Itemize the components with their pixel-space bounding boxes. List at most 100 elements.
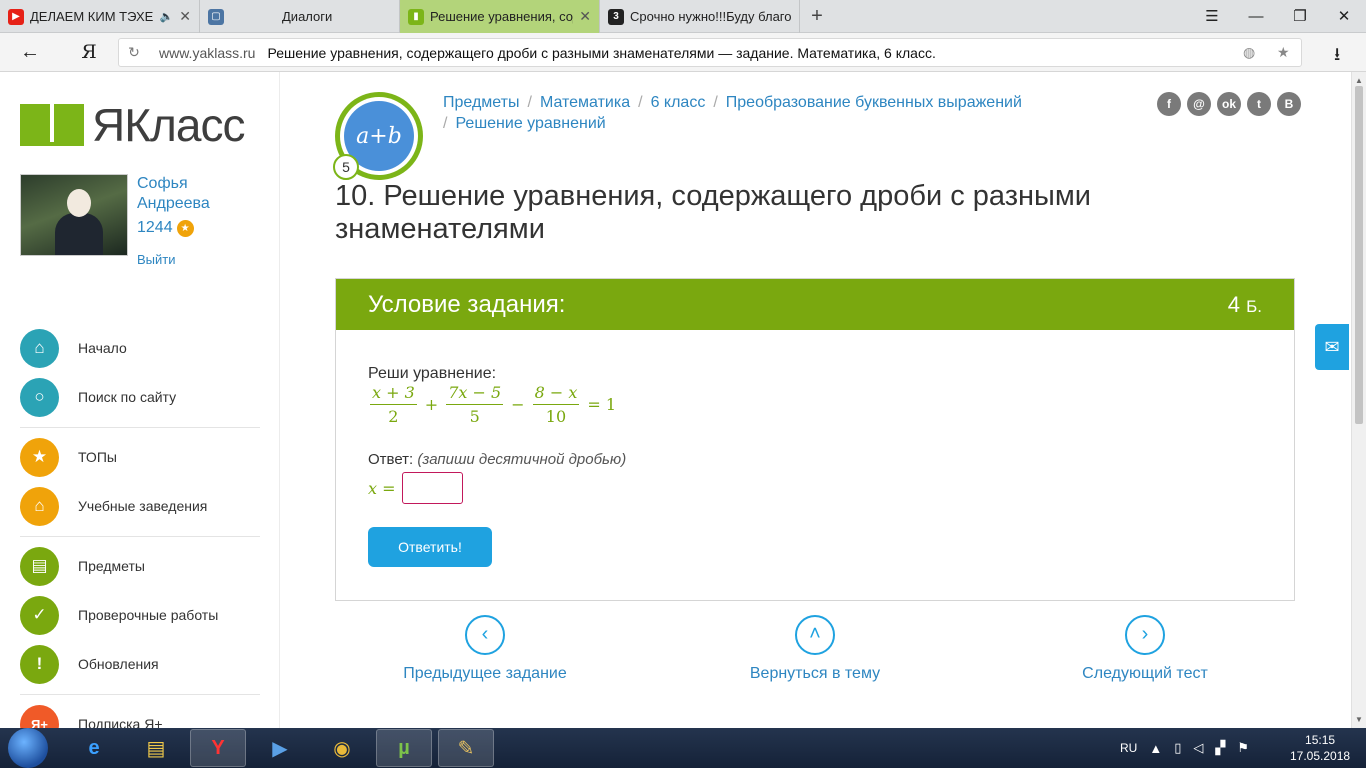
breadcrumb-link[interactable]: Предметы [443,94,519,111]
sidebar-item-label: Предметы [78,558,145,574]
user-points[interactable]: 1244 ★ [137,219,194,237]
main-content: a+b 5 Предметы / Математика/6 класс / Преобр… [281,72,1351,728]
sidebar-item-subjects[interactable]: ▤ Предметы [20,546,145,586]
odnoklassniki-icon[interactable]: ok [1217,92,1241,116]
task-points: 4 Б. [1227,291,1262,317]
logo-text: ЯКласс [92,99,245,151]
book-logo-icon [20,102,84,148]
sidebar-item-updates[interactable]: ! Обновления [20,644,159,684]
scrollbar-thumb[interactable] [1355,86,1363,424]
znanija-icon: 3 [608,8,624,25]
twitter-icon[interactable]: t [1247,92,1271,116]
language-indicator[interactable]: RU [1120,741,1137,755]
sidebar-item-label: Учебные заведения [78,498,208,514]
browser-tab-znanija[interactable]: 3 Срочно нужно!!!Буду благо [600,0,800,33]
points-value: 1244 [137,219,173,236]
media-player-icon[interactable]: ▶ [252,729,308,767]
protect-icon[interactable]: ◍ [1243,44,1255,61]
minimize-icon[interactable]: — [1234,8,1278,25]
answer-label: Ответ: (запиши десятичной дробью) [368,451,627,468]
vk-icon: ▢ [208,8,224,25]
volume-icon[interactable]: ◁ [1193,740,1203,756]
ya-plus-icon: Я+ [20,704,59,728]
book-icon: ▤ [20,546,59,586]
sidebar-item-institutions[interactable]: ⌂ Учебные заведения [20,486,207,526]
sidebar-item-tests[interactable]: ✓ Проверочные работы [20,595,218,635]
sidebar-item-label: ТОПы [78,449,117,465]
back-to-topic-link[interactable]: ˄ Вернуться в тему [685,612,945,683]
close-tab-icon[interactable]: ✕ [579,8,591,25]
bookmark-star-icon[interactable]: ★ [1277,44,1290,61]
start-button[interactable] [8,728,48,768]
avatar[interactable] [20,174,128,256]
system-tray: RU ▲ ▯ ◁ ▞ ⚑ [1120,728,1249,768]
sidebar-item-home[interactable]: ⌂ Начало [20,328,127,368]
vk-share-icon[interactable]: B [1277,92,1301,116]
mail-ru-icon[interactable]: @ [1187,92,1211,116]
breadcrumb-link[interactable]: Математика [540,94,630,111]
submit-answer-button[interactable]: Ответить! [368,527,492,567]
ie-icon[interactable]: e [66,729,122,767]
prev-task-link[interactable]: ‹ Предыдущее задание [355,612,615,683]
windows-taskbar: e ▤ Y ▶ ◉ µ ✎ RU ▲ ▯ ◁ ▞ ⚑ 15:15 17.05.2… [0,728,1366,768]
close-window-icon[interactable]: ✕ [1322,7,1366,25]
topic-badge: a+b 5 [333,92,423,180]
sidebar-item-search[interactable]: ○ Поиск по сайту [20,377,176,417]
tab-title: Решение уравнения, сод [430,9,574,24]
new-tab-button[interactable]: + [800,0,834,32]
paint-icon[interactable]: ✎ [438,729,494,767]
system-clock[interactable]: 15:15 17.05.2018 [1290,732,1350,764]
feedback-mail-button[interactable]: ✉ [1315,324,1349,370]
home-icon: ⌂ [20,328,59,368]
flag-icon[interactable]: ⚑ [1237,740,1249,756]
explorer-icon[interactable]: ▤ [128,729,184,767]
browser-tab-youtube[interactable]: ▶ ДЕЛАЕМ КИМ ТЭХЕН 🔈 ✕ [0,0,200,33]
answer-input[interactable] [401,472,463,504]
fraction: 8 − x 10 [532,383,580,426]
clock-date: 17.05.2018 [1290,749,1351,763]
tray-arrow-icon[interactable]: ▲ [1149,741,1162,756]
speaker-icon[interactable]: 🔈 [160,10,174,23]
sidebar-item-subscription[interactable]: Я+ Подписка Я+ [20,704,163,728]
battery-icon[interactable]: ▯ [1174,740,1181,756]
yandex-home-icon[interactable]: Я [60,41,118,63]
reload-icon[interactable]: ↻ [119,44,149,61]
chrome-icon[interactable]: ◉ [314,729,370,767]
yaklass-logo[interactable]: ЯКласс [20,98,245,152]
download-icon[interactable]: ⭳ [1334,42,1340,72]
scroll-down-icon[interactable]: ▼ [1355,715,1363,724]
task-condition: Реши уравнение: [368,365,497,382]
back-arrow-icon[interactable]: ← [0,41,60,64]
chevron-left-icon: ‹ [465,615,505,655]
restore-icon[interactable]: ❐ [1278,7,1322,25]
breadcrumb-link[interactable]: 6 класс [651,94,706,111]
menu-icon[interactable]: ☰ [1190,7,1234,25]
logout-link[interactable]: Выйти [137,252,176,267]
sidebar-item-label: Проверочные работы [78,607,219,623]
scroll-up-icon[interactable]: ▲ [1355,76,1363,85]
page-scrollbar[interactable]: ▲ ▼ [1351,72,1366,728]
browser-tab-vk[interactable]: ▢ Диалоги [200,0,400,33]
close-tab-icon[interactable]: ✕ [179,8,191,25]
tab-title: Срочно нужно!!!Буду благо [630,9,791,24]
network-icon[interactable]: ▞ [1215,740,1225,756]
url-page-title: Решение уравнения, содержащего дроби с р… [267,44,936,61]
exclamation-icon: ! [20,644,59,684]
facebook-icon[interactable]: f [1157,92,1181,116]
url-field[interactable]: ↻ www.yaklass.ru Решение уравнения, соде… [118,38,1302,67]
next-test-link[interactable]: › Следующий тест [1015,612,1275,683]
browser-tabstrip: ▶ ДЕЛАЕМ КИМ ТЭХЕН 🔈 ✕ ▢ Диалоги ▮ Решен… [0,0,1366,33]
breadcrumb-link[interactable]: Решение уравнений [455,115,605,132]
sidebar-item-tops[interactable]: ★ ТОПы [20,437,117,477]
user-name-link[interactable]: Софья Андреева [137,174,237,214]
browser-tab-yaklass[interactable]: ▮ Решение уравнения, сод ✕ [400,0,600,33]
task-header-title: Условие задания: [368,290,566,318]
breadcrumb-link[interactable]: Преобразование буквенных выражений [726,94,1022,111]
divider [20,536,260,537]
search-icon: ○ [20,377,59,417]
sidebar-item-label: Обновления [78,656,159,672]
topic-badge-number: 5 [333,154,359,180]
yandex-browser-icon[interactable]: Y [190,729,246,767]
yaklass-icon: ▮ [408,8,424,25]
utorrent-icon[interactable]: µ [376,729,432,767]
